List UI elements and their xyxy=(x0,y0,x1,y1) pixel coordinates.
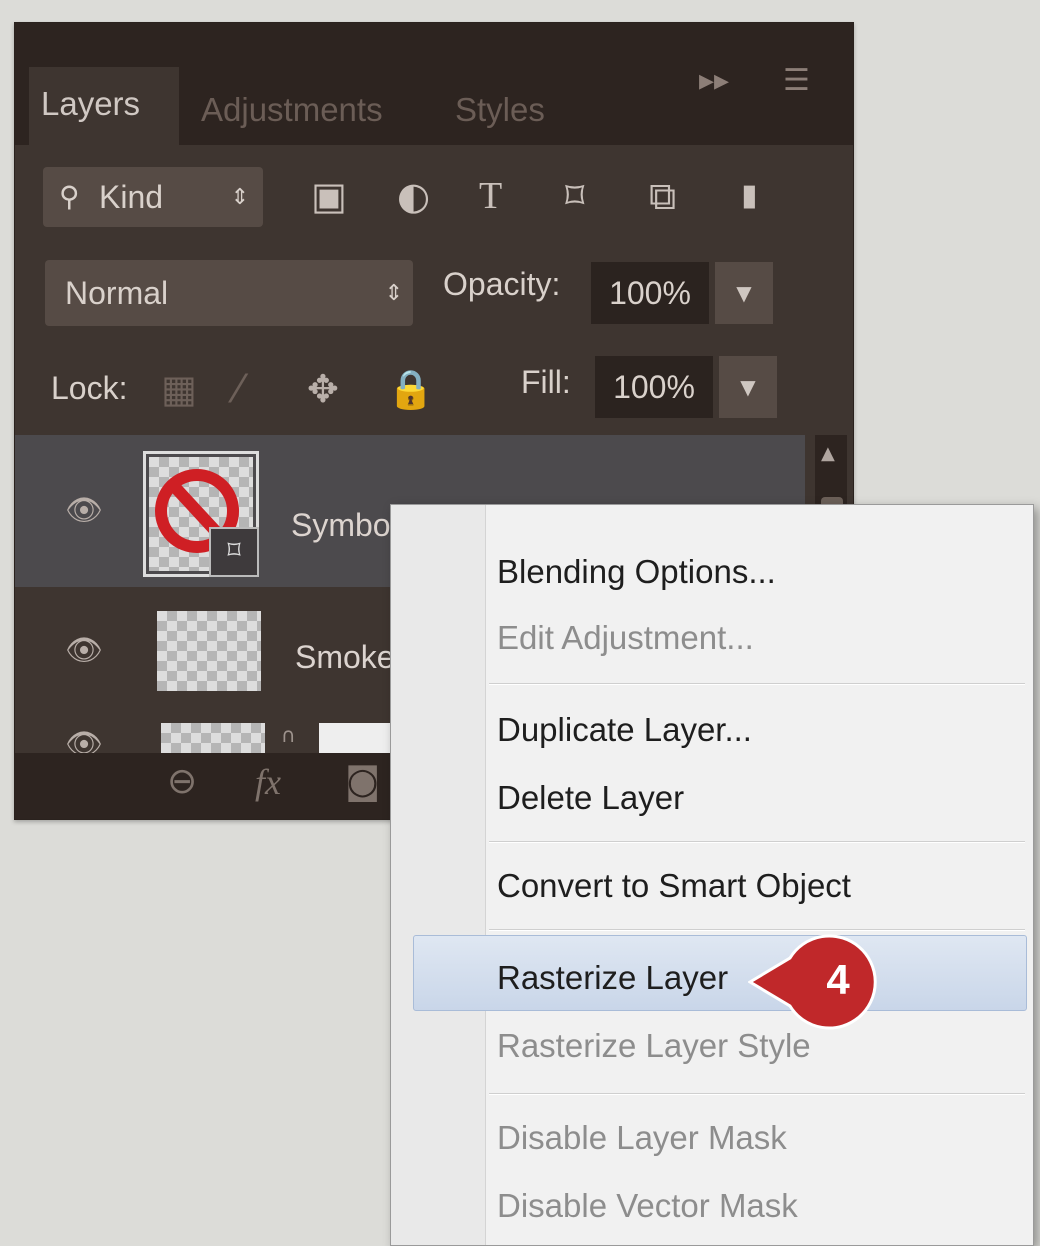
step-callout-badge: 4 xyxy=(747,932,892,1036)
adjustment-layer-filter-icon[interactable]: ◐ xyxy=(397,171,430,221)
scroll-up-icon[interactable]: ▲ xyxy=(821,443,835,464)
lock-transparent-icon[interactable]: ▦ xyxy=(161,364,197,414)
opacity-label: Opacity: xyxy=(443,266,561,302)
filter-kind-select[interactable]: ⚲ Kind ⇕ xyxy=(43,167,263,227)
tab-adjustments[interactable]: Adjustments xyxy=(201,75,383,145)
menu-item-convert-smart-object[interactable]: Convert to Smart Object xyxy=(497,867,851,905)
fx-icon[interactable]: fx xyxy=(255,761,281,803)
opacity-dropdown-button[interactable]: ▼ xyxy=(715,262,773,324)
context-menu: Blending Options... Edit Adjustment... D… xyxy=(390,504,1034,1246)
shape-layer-filter-icon[interactable]: ⌑ xyxy=(565,171,585,221)
menu-icon-gutter xyxy=(391,505,486,1245)
blend-row: Normal ⇕ Opacity: 100% ▼ xyxy=(15,248,853,338)
panel-tab-bar: Layers Adjustments Styles ▸▸ ☰ xyxy=(15,23,853,145)
fill-input[interactable]: 100% xyxy=(595,356,713,418)
eye-icon[interactable]: 👁 xyxy=(65,493,103,528)
menu-item-blending-options[interactable]: Blending Options... xyxy=(497,553,776,591)
fill-dropdown-button[interactable]: ▼ xyxy=(719,356,777,418)
filter-row: ⚲ Kind ⇕ ▣ ◐ T ⌑ ⧉ ▮ xyxy=(15,153,853,243)
tab-styles[interactable]: Styles xyxy=(455,75,545,145)
menu-item-duplicate-layer[interactable]: Duplicate Layer... xyxy=(497,711,752,749)
menu-separator xyxy=(489,683,1025,685)
opacity-input[interactable]: 100% xyxy=(591,262,709,324)
blend-mode-value: Normal xyxy=(65,275,169,311)
layer-thumbnail xyxy=(157,611,261,691)
panel-menu-icon[interactable]: ☰ xyxy=(783,63,810,98)
layer-thumbnail xyxy=(161,723,265,753)
filter-toggle-icon[interactable]: ▮ xyxy=(741,171,758,221)
filter-kind-label: Kind xyxy=(99,179,164,215)
layer-name[interactable]: Smoke xyxy=(295,639,395,676)
menu-separator xyxy=(489,841,1025,843)
chevron-updown-icon: ⇕ xyxy=(384,280,403,305)
link-icon: ∩ xyxy=(281,723,296,747)
pixel-layer-filter-icon[interactable]: ▣ xyxy=(311,171,347,221)
menu-item-edit-adjustment[interactable]: Edit Adjustment... xyxy=(497,619,754,657)
smart-object-filter-icon[interactable]: ⧉ xyxy=(649,171,676,221)
fill-label: Fill: xyxy=(521,364,571,400)
menu-separator xyxy=(489,1093,1025,1095)
type-layer-filter-icon[interactable]: T xyxy=(479,171,502,221)
menu-item-disable-vector-mask[interactable]: Disable Vector Mask xyxy=(497,1187,798,1225)
lock-label: Lock: xyxy=(51,370,128,406)
menu-item-disable-layer-mask[interactable]: Disable Layer Mask xyxy=(497,1119,787,1157)
step-number: 4 xyxy=(826,956,850,1003)
smart-object-badge-icon: ⌑ xyxy=(209,527,259,577)
tab-layers[interactable]: Layers xyxy=(29,67,179,145)
add-mask-icon[interactable]: ◙ xyxy=(345,761,380,802)
menu-separator xyxy=(489,929,1025,931)
blend-mode-select[interactable]: Normal ⇕ xyxy=(45,260,413,326)
collapse-panel-icon[interactable]: ▸▸ xyxy=(699,63,729,98)
eye-icon[interactable]: 👁 xyxy=(65,727,103,753)
menu-item-rasterize-layer[interactable]: Rasterize Layer xyxy=(497,959,728,997)
lock-row: Lock: ▦ ⁄ ✥ 🔒 Fill: 100% ▼ xyxy=(15,348,853,438)
lock-all-icon[interactable]: 🔒 xyxy=(387,364,434,414)
link-layers-icon[interactable]: ⊖ xyxy=(167,761,197,802)
layer-thumbnail: ⌑ xyxy=(143,451,259,577)
lock-position-icon[interactable]: ✥ xyxy=(307,364,339,414)
menu-item-delete-layer[interactable]: Delete Layer xyxy=(497,779,684,817)
search-icon: ⚲ xyxy=(59,181,80,212)
eye-icon[interactable]: 👁 xyxy=(65,633,103,668)
chevron-updown-icon: ⇕ xyxy=(230,184,249,209)
lock-image-pixels-icon[interactable]: ⁄ xyxy=(235,364,241,414)
